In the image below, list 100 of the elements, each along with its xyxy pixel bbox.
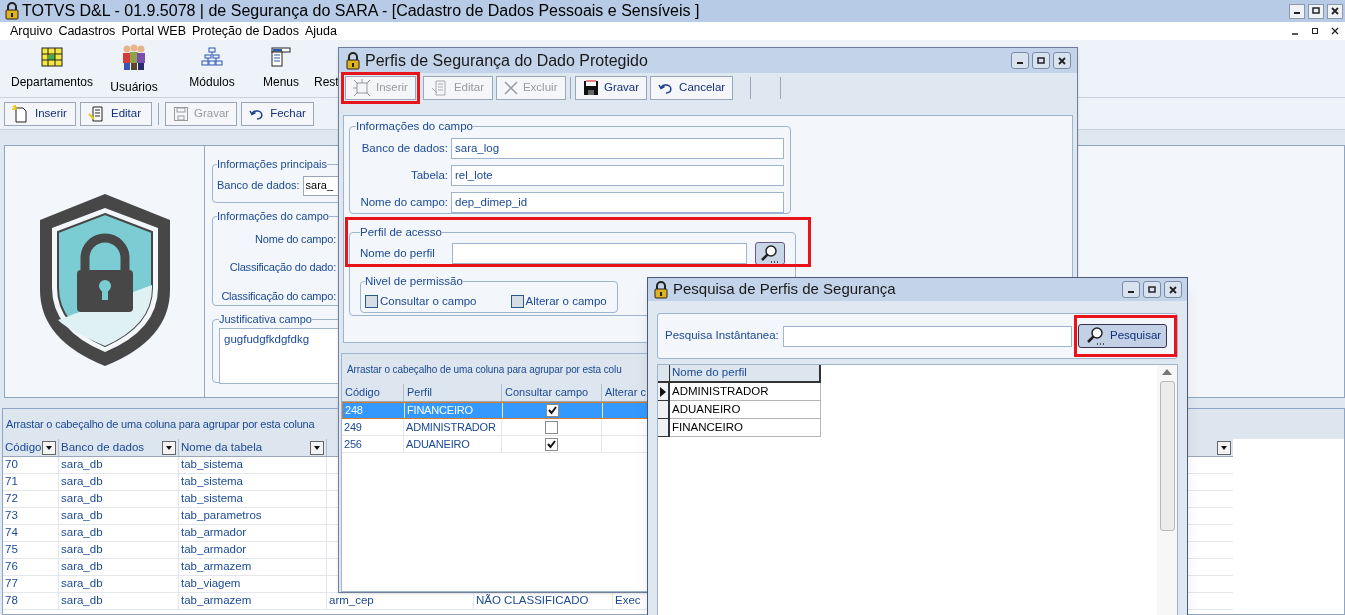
table-cell: 77 (3, 576, 59, 592)
field-label: Banco de dados: (217, 178, 300, 194)
toolbar-button[interactable]: Fechar (241, 101, 314, 126)
menu-item[interactable]: Portal WEB (121, 21, 186, 41)
dropdown-icon[interactable] (42, 440, 56, 455)
column-header[interactable]: Nome do perfil (670, 365, 821, 383)
table-cell: tab_viagem (179, 576, 327, 592)
undo-arrow-icon (658, 82, 675, 94)
table-icon (41, 46, 63, 67)
row-indicator[interactable] (658, 419, 670, 437)
search-field[interactable] (782, 325, 1072, 347)
edit-document-icon (430, 79, 449, 97)
table-cell: FINANCEIRO (405, 403, 503, 418)
window-title: TOTVS D&L - 01.9.5078 | de Segurança do SARA - [Cadastro de Dados Pessoais e Sensíveis ] (22, 1, 700, 21)
table-cell: tab_sistema (179, 457, 327, 473)
field-label: Pesquisa Instântanea: (665, 328, 779, 344)
dropdown-icon[interactable] (162, 440, 176, 455)
scroll-up-icon[interactable] (1162, 369, 1172, 375)
row-indicator[interactable] (658, 401, 670, 419)
table-cell: sara_db (59, 457, 179, 473)
field-label: Classificação do dado: (228, 260, 336, 275)
toolbar-button[interactable]: Editar (80, 101, 152, 126)
table-cell: 74 (3, 525, 59, 541)
restore-icon[interactable] (1311, 26, 1319, 36)
menu-list-icon (271, 46, 291, 67)
table-cell: sara_db (59, 508, 179, 524)
table-cell: ADMINISTRADOR (404, 419, 502, 435)
toolbar-button[interactable]: Departamentos (8, 40, 96, 97)
scroll-thumb[interactable] (1159, 381, 1175, 531)
scrollbar[interactable] (1157, 365, 1177, 615)
checkbox[interactable] (545, 437, 558, 451)
checkbox-label: Consultar o campo (380, 293, 477, 309)
table-cell: 76 (3, 559, 59, 575)
dropdown-icon[interactable] (1217, 441, 1231, 455)
toolbar-button[interactable]: Menus (252, 40, 310, 97)
toolbar-button[interactable]: Usuários (96, 40, 172, 97)
x-mark-icon (503, 81, 518, 95)
table-cell: 70 (3, 457, 59, 473)
column-header[interactable]: Nome da tabela (179, 438, 263, 457)
dropdown-icon[interactable] (310, 440, 324, 455)
menu-item[interactable]: Proteção de Dados (192, 21, 299, 41)
table-cell: tab_sistema (179, 474, 327, 490)
field-label: Tabela: (409, 168, 448, 184)
table-cell: 73 (3, 508, 59, 524)
column-header[interactable]: Alterar c (602, 384, 646, 401)
search-icon (759, 243, 781, 264)
menu-item[interactable]: Cadastros (58, 21, 116, 41)
table-cell: ADUANEIRO (404, 436, 502, 452)
table-cell: 78 (3, 593, 59, 609)
column-header[interactable]: Consultar campo (502, 384, 589, 401)
toolbar-button[interactable]: Módulos (172, 40, 252, 97)
table-cell: 248 (343, 403, 405, 418)
lock-icon (4, 2, 20, 20)
table-cell: tab_armador (179, 542, 327, 558)
input-field[interactable]: dep_dimep_id (451, 192, 784, 214)
input-field[interactable]: sara_log (451, 138, 784, 160)
lock-icon (653, 280, 669, 299)
checkbox[interactable] (545, 420, 558, 434)
header-corner (658, 365, 670, 383)
toolbar-button[interactable]: Gravar (574, 76, 648, 100)
menu-item[interactable]: Arquivo (10, 21, 53, 41)
lock-icon (345, 51, 361, 70)
window-title: Perfis de Segurança do Dado Protegido (365, 50, 648, 71)
input-field[interactable] (452, 243, 747, 265)
table-cell: tab_armazem (179, 593, 327, 609)
field-label: Classificação do campo: (220, 288, 336, 304)
search-button[interactable] (755, 242, 785, 266)
table-cell[interactable]: ADMINISTRADOR (670, 383, 821, 401)
table-cell[interactable]: ADUANEIRO (670, 401, 821, 419)
checkbox[interactable] (546, 404, 559, 417)
window-title: Pesquisa de Perfis de Segurança (673, 279, 896, 300)
table-cell: tab_armador (179, 525, 327, 541)
menu-item[interactable]: Ajuda (305, 21, 337, 41)
table-cell[interactable]: FINANCEIRO (670, 419, 821, 437)
column-header[interactable]: Código (3, 438, 42, 457)
column-header[interactable]: Perfil (404, 384, 433, 401)
checkbox[interactable] (510, 294, 524, 308)
checkbox[interactable] (365, 294, 378, 308)
group-title: Nivel de permissão (365, 274, 463, 290)
close-icon[interactable] (1331, 26, 1339, 36)
table-cell: 256 (342, 436, 404, 452)
field-label: Nome do campo: (254, 231, 336, 247)
row-indicator[interactable] (658, 383, 670, 401)
group-title: Informações do campo (356, 119, 473, 134)
undo-arrow-icon (249, 107, 266, 120)
new-document-icon (12, 104, 30, 123)
search-button[interactable]: Pesquisar (1078, 324, 1167, 348)
edit-document-icon (88, 104, 106, 123)
field-label: Banco de dados: (360, 141, 448, 157)
column-header[interactable]: Banco de dados (59, 438, 145, 457)
table-cell: sara_db (59, 559, 179, 575)
input-field[interactable]: rel_lote (451, 165, 784, 187)
toolbar-button[interactable]: Cancelar (650, 76, 734, 100)
toolbar-button[interactable]: Inserir (4, 101, 76, 126)
group-title: Justificativa campo (219, 312, 312, 327)
table-cell: sara_db (59, 576, 179, 592)
column-header[interactable]: Código (342, 384, 380, 401)
field-label: Nome do perfil (360, 246, 436, 262)
table-cell: 71 (3, 474, 59, 490)
table-cell: sara_db (59, 525, 179, 541)
